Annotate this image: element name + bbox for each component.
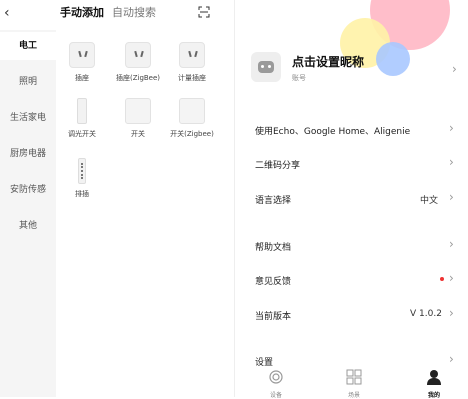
scan-icon[interactable]	[198, 6, 210, 18]
power-strip-icon	[78, 158, 86, 184]
socket-icon	[179, 42, 205, 68]
tab-me[interactable]: 我的	[414, 369, 454, 399]
chevron-right-icon[interactable]: ›	[449, 190, 454, 204]
chevron-right-icon[interactable]: ›	[449, 352, 454, 366]
menu-item-language[interactable]: 语言选择	[255, 193, 291, 206]
device-label: 开关(Zigbee)	[170, 130, 214, 138]
switch-icon	[179, 98, 205, 124]
avatar[interactable]	[251, 52, 281, 82]
device-icon	[269, 370, 283, 384]
chevron-right-icon[interactable]: ›	[449, 121, 454, 135]
sidebar-item-kitchen[interactable]: 厨房电器	[0, 140, 56, 168]
sidebar-item-lighting[interactable]: 照明	[0, 68, 56, 96]
sidebar-item-other[interactable]: 其他	[0, 212, 56, 240]
decorative-bubble	[376, 42, 410, 76]
category-sidebar: 电工 照明 生活家电 厨房电器 安防传感 其他	[0, 30, 56, 397]
chevron-right-icon[interactable]: ›	[449, 237, 454, 251]
sidebar-item-electrician[interactable]: 电工	[0, 32, 56, 60]
bottom-tabbar: 设备 场景 我的	[234, 365, 468, 399]
chevron-right-icon[interactable]: ›	[452, 62, 457, 76]
tab-scenes[interactable]: 场景	[334, 369, 374, 399]
menu-item-qr-share[interactable]: 二维码分享	[255, 158, 300, 171]
device-label: 计量插座	[178, 74, 206, 82]
switch-icon	[125, 98, 151, 124]
nickname[interactable]: 点击设置昵称	[292, 53, 364, 70]
menu-item-feedback[interactable]: 意见反馈	[255, 274, 291, 287]
me-icon	[427, 370, 441, 385]
device-metering-socket[interactable]: 计量插座	[164, 42, 220, 83]
sidebar-item-security[interactable]: 安防传感	[0, 176, 56, 204]
tab-devices[interactable]: 设备	[256, 369, 296, 399]
menu-item-version[interactable]: 当前版本	[255, 309, 291, 322]
device-switch-zigbee[interactable]: 开关(Zigbee)	[164, 98, 220, 139]
robot-icon	[258, 61, 274, 73]
version-value: V 1.0.2	[410, 309, 442, 319]
device-socket-zigbee[interactable]: 插座(ZigBee)	[110, 42, 166, 83]
menu-item-voice-assistants[interactable]: 使用Echo、Google Home、Aligenie	[255, 124, 410, 137]
device-power-strip[interactable]: 排插	[54, 158, 110, 199]
device-label: 插座	[75, 74, 89, 82]
menu-item-help[interactable]: 帮助文档	[255, 240, 291, 253]
dimmer-switch-icon	[77, 98, 87, 124]
add-device-header: ‹ 手动添加 自动搜索	[0, 0, 234, 30]
chevron-right-icon[interactable]: ›	[449, 271, 454, 285]
socket-icon	[69, 42, 95, 68]
back-icon[interactable]: ‹	[4, 5, 20, 21]
add-device-panel: ‹ 手动添加 自动搜索 电工 照明 生活家电 厨房电器 安防传感 其他 插座 插…	[0, 0, 234, 397]
device-label: 开关	[131, 130, 145, 138]
device-label: 插座(ZigBee)	[115, 74, 161, 82]
device-dimmer-switch[interactable]: 调光开关	[54, 98, 110, 139]
sidebar-item-home-appliance[interactable]: 生活家电	[0, 104, 56, 132]
socket-icon	[125, 42, 151, 68]
tab-manual-add[interactable]: 手动添加	[60, 6, 104, 20]
scene-icon	[346, 369, 362, 385]
tab-auto-search[interactable]: 自动搜索	[112, 6, 156, 20]
device-label: 排插	[75, 190, 89, 198]
chevron-right-icon[interactable]: ›	[449, 306, 454, 320]
device-switch[interactable]: 开关	[110, 98, 166, 139]
device-socket[interactable]: 插座	[54, 42, 110, 83]
language-value: 中文	[420, 196, 439, 206]
chevron-right-icon[interactable]: ›	[449, 155, 454, 169]
device-label: 调光开关	[68, 130, 96, 138]
tab-label: 场景	[347, 392, 360, 399]
account-label: 账号	[292, 74, 306, 82]
notification-dot	[440, 277, 444, 281]
tab-label: 设备	[269, 392, 282, 399]
tab-label: 我的	[427, 392, 440, 399]
